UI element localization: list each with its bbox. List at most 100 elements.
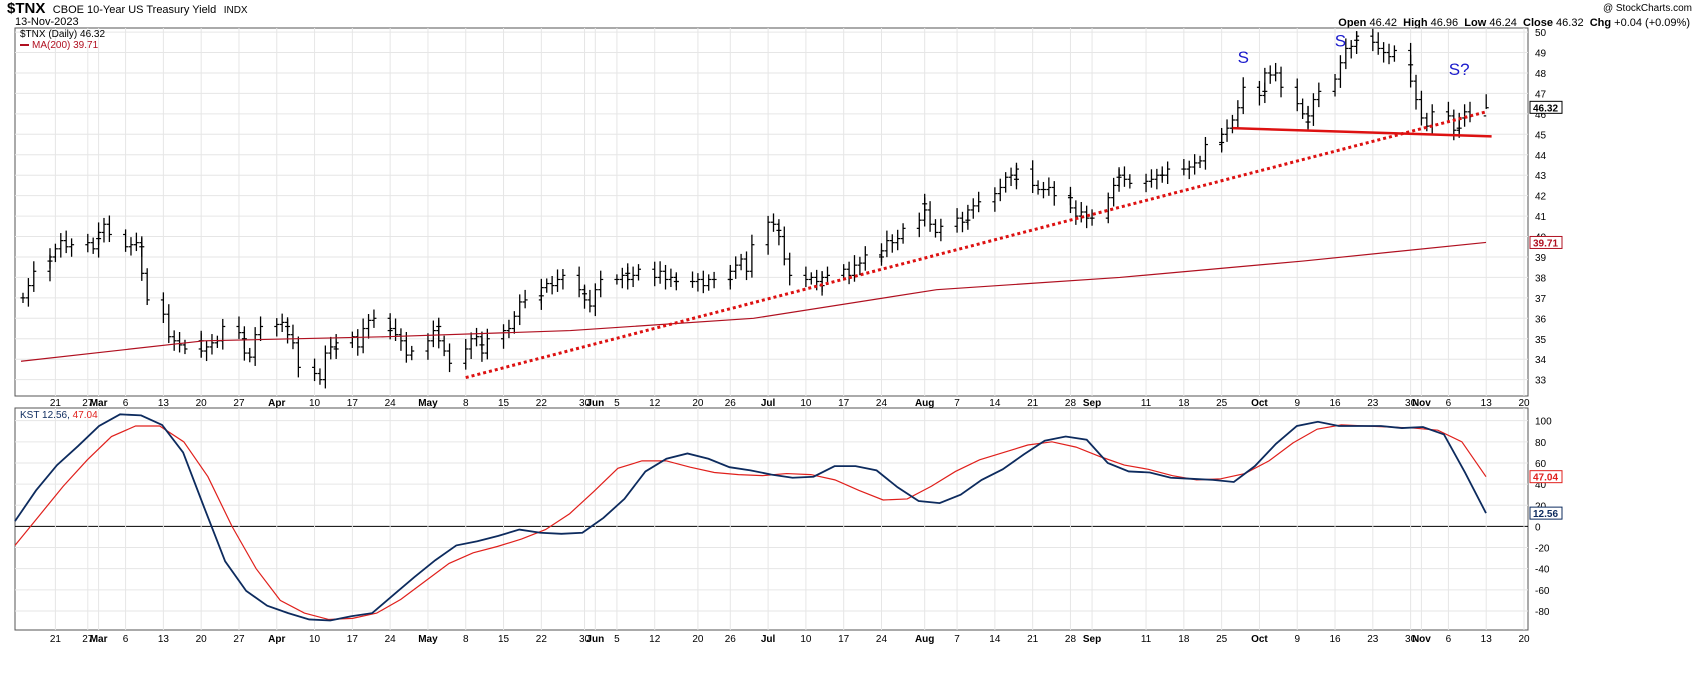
x-tick-label: 20 [196, 634, 208, 645]
price-y-tick-label: 43 [1535, 171, 1547, 182]
kst-y-tick-label: -20 [1535, 544, 1550, 555]
x-tick-label: Oct [1251, 634, 1268, 645]
pattern-annotation: S [1238, 48, 1249, 67]
x-tick-label: 14 [989, 398, 1001, 409]
x-tick-label: 12 [649, 634, 661, 645]
x-tick-label: 17 [347, 634, 359, 645]
x-tick-label: 6 [123, 634, 129, 645]
kst-panel: -80-60-40-20020406080100KST 12.56, 47.04… [14, 407, 1563, 631]
x-tick-label: 13 [158, 634, 170, 645]
x-tick-label: Oct [1251, 398, 1268, 409]
x-tick-label: 26 [725, 634, 737, 645]
price-y-tick-label: 49 [1535, 49, 1547, 60]
x-tick-label: 22 [536, 398, 548, 409]
x-tick-label: 11 [1141, 398, 1152, 409]
x-tick-label: 24 [385, 398, 397, 409]
x-tick-label: Jun [586, 634, 604, 645]
x-tick-label: 17 [838, 398, 850, 409]
x-tick-label: 15 [498, 634, 510, 645]
kst-y-tick-label: 80 [1535, 438, 1547, 449]
x-tick-label: 24 [385, 634, 397, 645]
price-y-tick-label: 45 [1535, 130, 1547, 141]
x-tick-label: 21 [50, 634, 62, 645]
x-tick-label: 12 [649, 398, 661, 409]
x-tick-label: 5 [614, 398, 620, 409]
x-tick-label: Aug [915, 398, 934, 409]
x-tick-label: 24 [876, 398, 888, 409]
x-tick-label: 18 [1178, 398, 1190, 409]
x-tick-label: 11 [1141, 634, 1152, 645]
price-y-tick-label: 33 [1535, 376, 1547, 387]
x-tick-label: 7 [954, 398, 960, 409]
x-tick-label: Jul [761, 398, 776, 409]
x-tick-label: 16 [1329, 398, 1341, 409]
price-y-tick-label: 38 [1535, 273, 1547, 284]
x-tick-label: 8 [463, 398, 469, 409]
x-tick-label: Mar [90, 398, 108, 409]
price-x-axis: 21 27Mar 6 13 20 27 Apr 10 17 24 May 8 15 22 30Jun 5 12 2… [50, 398, 1530, 409]
kst-plot-frame [14, 407, 1529, 631]
x-tick-label: Apr [268, 634, 285, 645]
kst-y-tick-label: 100 [1535, 417, 1552, 428]
kst-y-tick-label: -80 [1535, 607, 1550, 618]
x-tick-label: Apr [268, 398, 285, 409]
price-y-tick-label: 44 [1535, 151, 1547, 162]
kst-y-tick-label: 0 [1535, 522, 1541, 533]
x-tick-label: 5 [614, 634, 620, 645]
x-tick-label: Aug [915, 634, 934, 645]
x-tick-label: 23 [1367, 634, 1379, 645]
kst-y-tick-label: -60 [1535, 586, 1550, 597]
x-tick-label: 20 [1518, 398, 1530, 409]
x-tick-label: 20 [1518, 634, 1530, 645]
price-y-tick-label: 50 [1535, 28, 1547, 39]
x-tick-label: 25 [1216, 398, 1228, 409]
x-tick-label: 25 [1216, 634, 1228, 645]
price-plot-frame [14, 27, 1529, 397]
price-y-tick-label: 48 [1535, 69, 1547, 80]
x-tick-label: 21 [1027, 398, 1039, 409]
x-tick-label: Nov [1412, 398, 1431, 409]
value-tag-text: 39.71 [1533, 238, 1558, 249]
x-tick-label: 18 [1178, 634, 1190, 645]
x-tick-label: 13 [158, 398, 170, 409]
x-tick-label: 6 [123, 398, 129, 409]
price-legend-title: $TNX (Daily) 46.32 [20, 29, 105, 40]
x-tick-label: May [418, 634, 438, 645]
x-tick-label: 21 [50, 398, 62, 409]
kst-legend: KST 12.56, 47.04 [20, 410, 98, 421]
x-tick-label: 27 [233, 398, 245, 409]
x-tick-label: Sep [1083, 398, 1101, 409]
pattern-annotation: S [1335, 31, 1346, 50]
x-tick-label: 26 [725, 398, 737, 409]
x-tick-label: Nov [1412, 634, 1431, 645]
price-y-tick-label: 39 [1535, 253, 1547, 264]
x-tick-label: 20 [692, 398, 704, 409]
x-tick-label: 17 [838, 634, 850, 645]
x-tick-label: 20 [692, 634, 704, 645]
x-tick-label: 8 [463, 634, 469, 645]
x-tick-label: 10 [309, 634, 321, 645]
x-tick-label: 21 [1027, 634, 1039, 645]
x-tick-label: 9 [1294, 634, 1300, 645]
x-tick-label: Sep [1083, 634, 1101, 645]
x-tick-label: Jul [761, 634, 776, 645]
x-tick-label: 17 [347, 398, 359, 409]
last-price-tag: 46.32 [1529, 100, 1563, 114]
x-tick-label: 7 [954, 634, 960, 645]
x-tick-label: 23 [1367, 398, 1379, 409]
price-panel: 333435363738394041424344454647484950SSS?… [14, 27, 1563, 397]
x-tick-label: 27 [233, 634, 245, 645]
kst-y-tick-label: -40 [1535, 565, 1550, 576]
x-tick-label: May [418, 398, 438, 409]
x-tick-label: 10 [309, 398, 321, 409]
kst-signal-value-tag: 47.04 [1529, 470, 1563, 484]
x-tick-label: 24 [876, 634, 888, 645]
x-tick-label: 6 [1446, 398, 1452, 409]
price-y-tick-label: 37 [1535, 294, 1547, 305]
value-tag-text: 46.32 [1533, 103, 1558, 114]
price-y-tick-label: 36 [1535, 314, 1547, 325]
x-tick-label: 6 [1446, 634, 1452, 645]
x-tick-label: 15 [498, 398, 510, 409]
ma-legend-label: MA(200) 39.71 [32, 40, 99, 51]
x-tick-label: 14 [989, 634, 1001, 645]
